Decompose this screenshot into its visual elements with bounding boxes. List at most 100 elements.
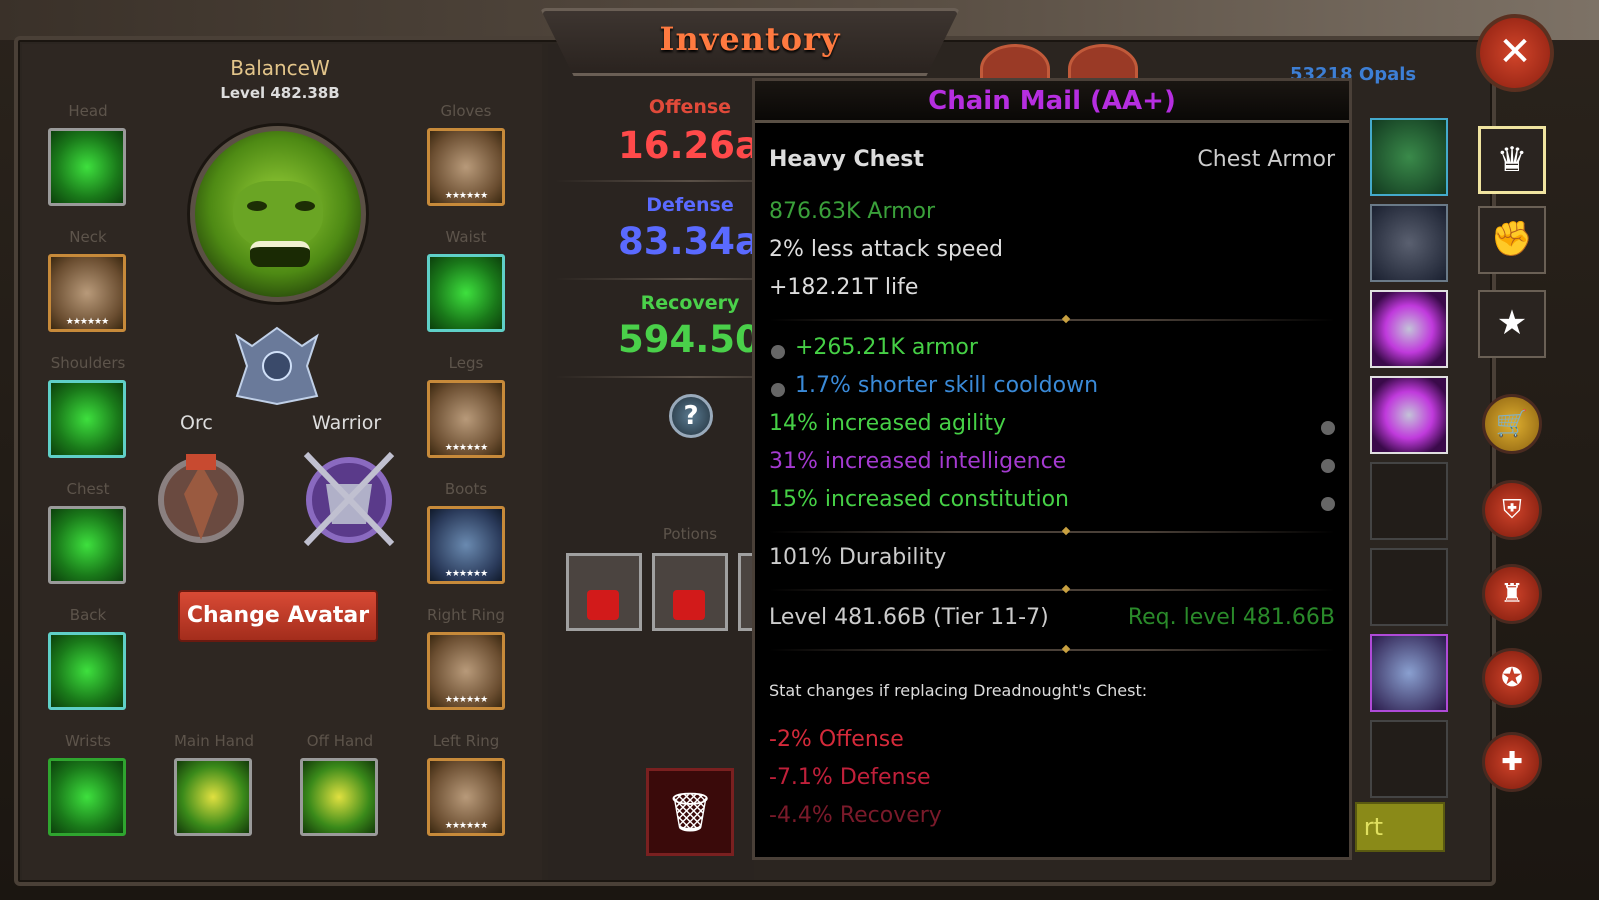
socket-gem-icon [1321,421,1335,435]
muscle-icon: ✊ [1490,219,1534,259]
item-level: Level 481.66B (Tier 11-7) [769,605,1049,630]
potion-flask-icon [673,590,705,620]
gloves-slot[interactable]: ★★★★★★ [427,128,505,206]
socket-gem-icon [771,383,785,397]
cart-icon: 🛒 [1495,409,1529,439]
potion-slot[interactable] [566,553,642,631]
compare-recovery: -4.4% Recovery [769,803,942,828]
divider [769,644,1335,654]
socket-gem-icon [1321,497,1335,511]
game-screen: { "title": "Inventory", "character": { "… [0,0,1599,900]
slot-label-main-hand: Main Hand [173,732,255,750]
item-armor: 876.63K Armor [769,199,936,224]
rating-stars: ★★★★★★ [444,191,488,201]
back-slot[interactable] [48,632,126,710]
inventory-slot[interactable] [1370,376,1448,454]
stats-panel [548,44,754,880]
left-ring-slot[interactable]: ★★★★★★ [427,758,505,836]
inventory-slot[interactable] [1370,462,1448,540]
add-friend-button[interactable]: ✚ [1482,732,1542,792]
sort-button[interactable]: rt [1355,802,1445,852]
medal-icon: ✪ [1501,663,1523,693]
star-icon: ★ [1496,303,1528,343]
compare-defense: -7.1% Defense [769,765,931,790]
legs-slot[interactable]: ★★★★★★ [427,380,505,458]
page-title: Inventory [659,20,841,58]
item-tooltip: Chain Mail (AA+) Heavy Chest Chest Armor… [752,78,1352,860]
slot-label-back: Back [69,606,107,624]
tab-equipment[interactable]: ♛ [1478,126,1546,194]
shoulders-slot[interactable] [48,380,126,458]
mod-line: 14% increased agility [769,411,1007,436]
chest-slot[interactable] [48,506,126,584]
character-level: Level 482.38B [220,84,340,102]
rating-stars: ★★★★★★ [444,695,488,705]
divider [769,314,1335,324]
head-slot[interactable] [48,128,126,206]
warrior-emblem-icon[interactable] [296,444,402,556]
inventory-slot[interactable] [1370,290,1448,368]
mod-line: +265.21K armor [795,335,978,360]
inventory-slot[interactable] [1370,204,1448,282]
chef-hat-icon: ♛ [1496,140,1528,180]
item-attack-speed: 2% less attack speed [769,237,1003,262]
off-hand-slot[interactable] [300,758,378,836]
divider [769,526,1335,536]
rating-stars: ★★★★★★ [444,821,488,831]
eye-icon [295,201,315,211]
shield-button[interactable]: ⛨ [1482,480,1542,540]
inventory-slot[interactable] [1370,634,1448,712]
mouth-icon [250,241,310,267]
item-slot-type: Chest Armor [1197,147,1335,172]
add-user-icon: ✚ [1501,747,1523,777]
tab-stats[interactable]: ✊ [1478,206,1546,274]
wrists-slot[interactable] [48,758,126,836]
shop-button[interactable]: 🛒 [1482,394,1542,454]
trash-button[interactable]: 🗑 [646,768,734,856]
divider [769,584,1335,594]
mod-line: 31% increased intelligence [769,449,1067,474]
mod-line: 15% increased constitution [769,487,1069,512]
neck-slot[interactable]: ★★★★★★ [48,254,126,332]
slot-label-boots: Boots [444,480,488,498]
inventory-slot[interactable] [1370,548,1448,626]
shield-icon: ⛨ [1502,495,1522,525]
slot-label-head: Head [68,102,108,120]
help-button[interactable]: ? [669,394,713,438]
potion-slot[interactable] [652,553,728,631]
rank-crest-icon [235,326,319,406]
orc-emblem-icon[interactable] [148,444,254,556]
close-button[interactable]: ✕ [1476,14,1554,92]
boots-slot[interactable]: ★★★★★★ [427,506,505,584]
slot-label-off-hand: Off Hand [306,732,374,750]
rating-stars: ★★★★★★ [444,569,488,579]
castle-icon: ♜ [1500,579,1524,609]
item-durability: 101% Durability [769,545,947,570]
main-hand-slot[interactable] [174,758,252,836]
inventory-slot[interactable] [1370,118,1448,196]
item-type: Heavy Chest [769,147,924,172]
tab-favorites[interactable]: ★ [1478,290,1546,358]
waist-slot[interactable] [427,254,505,332]
rating-stars: ★★★★★★ [65,317,109,327]
eye-icon [247,201,267,211]
rating-stars: ★★★★★★ [444,443,488,453]
slot-label-left-ring: Left Ring [432,732,500,750]
right-ring-slot[interactable]: ★★★★★★ [427,632,505,710]
guild-button[interactable]: ♜ [1482,564,1542,624]
mod-line: 1.7% shorter skill cooldown [795,373,1099,398]
inventory-slot[interactable] [1370,720,1448,798]
potions-label: Potions [662,525,718,543]
change-avatar-button[interactable]: Change Avatar [178,590,378,642]
item-life: +182.21T life [769,275,919,300]
medal-button[interactable]: ✪ [1482,648,1542,708]
compare-offense: -2% Offense [769,727,904,752]
socket-gem-icon [771,345,785,359]
slot-label-wrists: Wrists [64,732,111,750]
required-level: Req. level 481.66B [1127,605,1335,630]
slot-label-chest: Chest [66,480,110,498]
socket-gem-icon [1321,459,1335,473]
trash-icon: 🗑 [665,790,715,834]
slot-label-shoulders: Shoulders [50,354,126,372]
slot-label-waist: Waist [445,228,487,246]
